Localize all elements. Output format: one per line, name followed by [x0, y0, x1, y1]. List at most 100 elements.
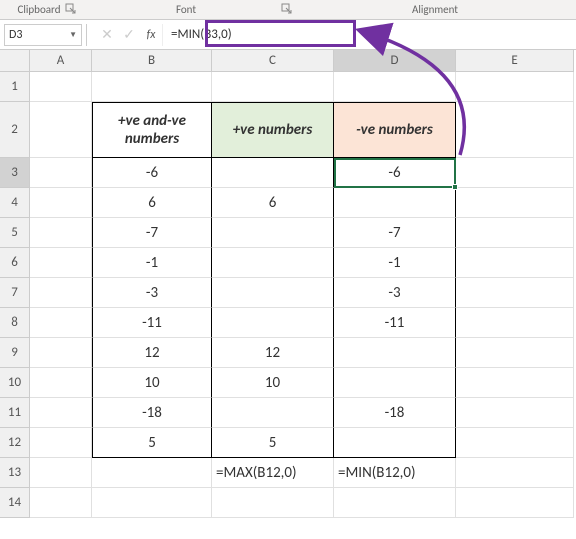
cell-D13[interactable]: =MIN(B12,0)	[334, 458, 456, 488]
cell-D11[interactable]: -18	[334, 398, 456, 428]
select-all-corner[interactable]	[0, 50, 30, 72]
row-header-6[interactable]: 6	[0, 248, 30, 278]
ribbon-group-label: Clipboard	[17, 3, 60, 16]
cell-D7[interactable]: -3	[334, 278, 456, 308]
cell-A14[interactable]	[30, 488, 92, 518]
cell-C7[interactable]	[212, 278, 334, 308]
cell-B3[interactable]: -6	[92, 158, 212, 188]
row-header-9[interactable]: 9	[0, 338, 30, 368]
cell-E2[interactable]	[456, 102, 574, 158]
formula-input[interactable]: =MIN(B3,0)	[162, 24, 576, 46]
cell-C4[interactable]: 6	[212, 188, 334, 218]
cell-E10[interactable]	[456, 368, 574, 398]
cell-A13[interactable]	[30, 458, 92, 488]
cell-D3[interactable]: -6	[334, 158, 456, 188]
row-header-8[interactable]: 8	[0, 308, 30, 338]
cell-C6[interactable]	[212, 248, 334, 278]
cell-A6[interactable]	[30, 248, 92, 278]
cancel-formula-button[interactable]: ✕	[96, 24, 118, 46]
chevron-down-icon[interactable]: ▼	[69, 30, 77, 40]
cell-D8[interactable]: -11	[334, 308, 456, 338]
col-header-C[interactable]: C	[212, 50, 334, 72]
cell-A2[interactable]	[30, 102, 92, 158]
cell-C8[interactable]	[212, 308, 334, 338]
cell-C13[interactable]: =MAX(B12,0)	[212, 458, 334, 488]
cell-B2[interactable]: +ve and-ve numbers	[92, 102, 212, 158]
cell-A7[interactable]	[30, 278, 92, 308]
cell-D4[interactable]	[334, 188, 456, 218]
row-header-2[interactable]: 2	[0, 102, 30, 158]
cell-B8[interactable]: -11	[92, 308, 212, 338]
cell-C1[interactable]	[212, 72, 334, 102]
cell-D10[interactable]	[334, 368, 456, 398]
fill-handle[interactable]	[452, 184, 458, 190]
cell-E12[interactable]	[456, 428, 574, 458]
cell-C5[interactable]	[212, 218, 334, 248]
col-header-D[interactable]: D	[334, 50, 456, 72]
cell-B11[interactable]: -18	[92, 398, 212, 428]
cell-B9[interactable]: 12	[92, 338, 212, 368]
cell-C3[interactable]	[212, 158, 334, 188]
dialog-launcher-icon[interactable]	[281, 3, 292, 14]
cell-A11[interactable]	[30, 398, 92, 428]
cell-B14[interactable]	[92, 488, 212, 518]
row-header-4[interactable]: 4	[0, 188, 30, 218]
cell-C11[interactable]	[212, 398, 334, 428]
cell-C9[interactable]: 12	[212, 338, 334, 368]
col-header-B[interactable]: B	[92, 50, 212, 72]
row-header-12[interactable]: 12	[0, 428, 30, 458]
cell-B13[interactable]	[92, 458, 212, 488]
cell-A4[interactable]	[30, 188, 92, 218]
cell-A12[interactable]	[30, 428, 92, 458]
cell-E6[interactable]	[456, 248, 574, 278]
cell-B1[interactable]	[92, 72, 212, 102]
cell-D6[interactable]: -1	[334, 248, 456, 278]
row-header-7[interactable]: 7	[0, 278, 30, 308]
cell-B5[interactable]: -7	[92, 218, 212, 248]
cell-B7[interactable]: -3	[92, 278, 212, 308]
cell-A10[interactable]	[30, 368, 92, 398]
row-header-14[interactable]: 14	[0, 488, 30, 518]
row-header-10[interactable]: 10	[0, 368, 30, 398]
cell-B6[interactable]: -1	[92, 248, 212, 278]
col-header-A[interactable]: A	[30, 50, 92, 72]
cell-D14[interactable]	[334, 488, 456, 518]
cell-B12[interactable]: 5	[92, 428, 212, 458]
cell-C14[interactable]	[212, 488, 334, 518]
insert-function-button[interactable]: fx	[140, 24, 162, 46]
cell-C10[interactable]: 10	[212, 368, 334, 398]
enter-formula-button[interactable]: ✓	[118, 24, 140, 46]
cell-A3[interactable]	[30, 158, 92, 188]
cell-C2[interactable]: +ve numbers	[212, 102, 334, 158]
cell-D2[interactable]: -ve numbers	[334, 102, 456, 158]
row-header-13[interactable]: 13	[0, 458, 30, 488]
cell-A5[interactable]	[30, 218, 92, 248]
cell-C12[interactable]: 5	[212, 428, 334, 458]
cell-E11[interactable]	[456, 398, 574, 428]
cell-A1[interactable]	[30, 72, 92, 102]
name-box[interactable]: D3 ▼	[4, 24, 82, 46]
row-header-1[interactable]: 1	[0, 72, 30, 102]
cell-E5[interactable]	[456, 218, 574, 248]
cell-E1[interactable]	[456, 72, 574, 102]
cell-E4[interactable]	[456, 188, 574, 218]
cell-E13[interactable]	[456, 458, 574, 488]
cell-D9[interactable]	[334, 338, 456, 368]
col-header-E[interactable]: E	[456, 50, 574, 72]
row-header-11[interactable]: 11	[0, 398, 30, 428]
cell-E9[interactable]	[456, 338, 574, 368]
cell-E7[interactable]	[456, 278, 574, 308]
cell-D1[interactable]	[334, 72, 456, 102]
row-header-3[interactable]: 3	[0, 158, 30, 188]
cell-D12[interactable]	[334, 428, 456, 458]
cell-E8[interactable]	[456, 308, 574, 338]
cell-B4[interactable]: 6	[92, 188, 212, 218]
cell-D5[interactable]: -7	[334, 218, 456, 248]
cell-E14[interactable]	[456, 488, 574, 518]
cell-B10[interactable]: 10	[92, 368, 212, 398]
dialog-launcher-icon[interactable]	[65, 3, 76, 14]
row-header-5[interactable]: 5	[0, 218, 30, 248]
cell-A9[interactable]	[30, 338, 92, 368]
cell-A8[interactable]	[30, 308, 92, 338]
cell-E3[interactable]	[456, 158, 574, 188]
